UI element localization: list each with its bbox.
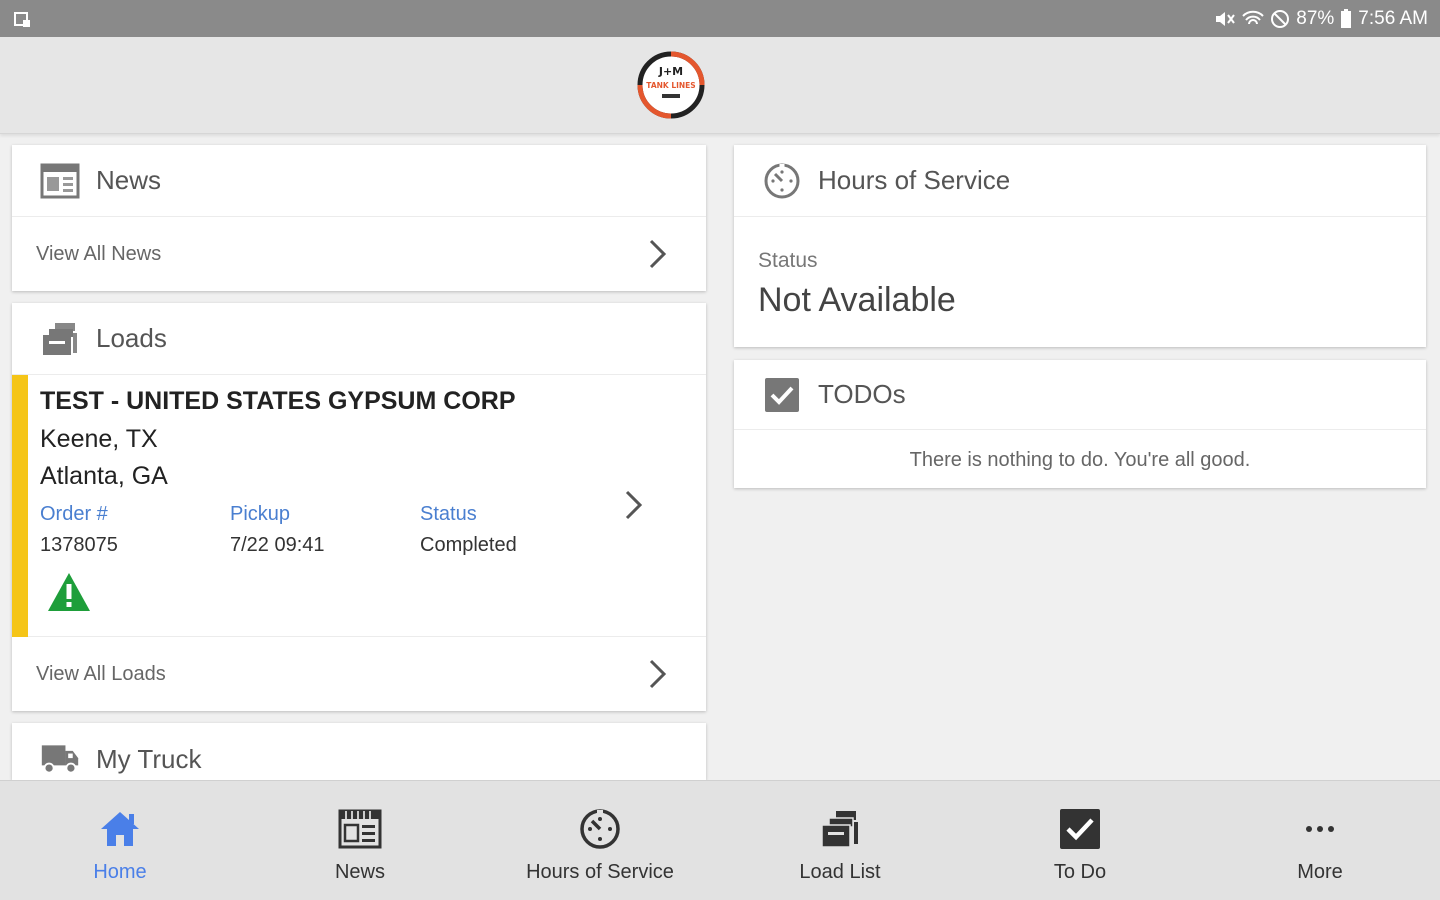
pickup-value: 7/22 09:41	[230, 534, 325, 556]
news-card-header: News	[12, 145, 706, 217]
order-number-label: Order #	[40, 503, 108, 525]
nav-load-list-label: Load List	[799, 861, 881, 883]
load-status-value: Completed	[420, 534, 517, 556]
wifi-icon	[1242, 10, 1264, 24]
my-truck-card-header: My Truck	[12, 723, 706, 780]
load-name: TEST - UNITED STATES GYPSUM CORP	[40, 387, 516, 415]
checkbox-icon	[1060, 809, 1100, 849]
hos-card-title: Hours of Service	[818, 165, 1011, 195]
loads-card-title: Loads	[96, 323, 167, 353]
chevron-right-icon	[649, 659, 667, 689]
news-card-title: News	[96, 165, 162, 195]
logo-text-bottom: TANK LINES	[646, 81, 695, 90]
load-origin: Keene, TX	[40, 425, 158, 453]
view-all-news-link[interactable]: View All News	[12, 217, 706, 291]
battery-icon	[1341, 8, 1352, 28]
clock-icon	[764, 163, 800, 198]
nav-todo-label: To Do	[1053, 861, 1107, 883]
nav-home[interactable]: Home	[0, 781, 240, 900]
nav-todo[interactable]: To Do	[960, 781, 1200, 900]
do-not-disturb-icon	[1271, 9, 1290, 28]
load-status-label: Status	[420, 503, 477, 525]
hos-card-header: Hours of Service	[734, 145, 1426, 217]
load-list-icon	[821, 811, 858, 848]
nav-load-list[interactable]: Load List	[720, 781, 960, 900]
loads-card-header: Loads	[12, 303, 706, 375]
clock-time: 7:56 AM	[1358, 7, 1428, 29]
nav-news-label: News	[334, 861, 385, 883]
more-icon	[1306, 826, 1334, 832]
load-status-bar	[12, 375, 28, 637]
nav-hos-label: Hours of Service	[526, 861, 674, 883]
news-card: News View All News	[12, 145, 706, 291]
news-icon	[338, 809, 382, 849]
load-item[interactable]: TEST - UNITED STATES GYPSUM CORP Keene, …	[12, 375, 706, 637]
warning-triangle-icon	[48, 573, 90, 611]
company-logo: J+M TANK LINES	[637, 51, 705, 119]
loads-card: Loads TEST - UNITED STATES GYPSUM CORP K…	[12, 303, 706, 711]
system-status-bar: 87% 7:56 AM	[0, 0, 1440, 37]
nav-news[interactable]: News	[240, 781, 480, 900]
hos-status-value: Not Available	[758, 281, 956, 319]
hours-of-service-card: Hours of Service Status Not Available	[734, 145, 1426, 347]
nav-hours-of-service[interactable]: Hours of Service	[480, 781, 720, 900]
checkbox-icon	[765, 377, 799, 412]
todos-empty-message: There is nothing to do. You're all good.	[909, 448, 1251, 471]
app-header: J+M TANK LINES	[0, 37, 1440, 134]
mute-icon	[1216, 11, 1236, 26]
pickup-label: Pickup	[230, 503, 291, 525]
news-icon	[40, 163, 80, 198]
battery-percent: 87%	[1296, 7, 1335, 29]
my-truck-card[interactable]: My Truck	[12, 723, 706, 780]
todos-card-header: TODOs	[734, 360, 1426, 430]
view-all-loads-link[interactable]: View All Loads	[12, 637, 706, 711]
my-truck-card-title: My Truck	[96, 743, 202, 774]
chevron-right-icon	[649, 239, 667, 269]
logo-text-top: J+M	[658, 65, 683, 78]
home-icon	[101, 812, 139, 846]
hos-status-label: Status	[758, 249, 818, 272]
clock-icon	[580, 809, 620, 849]
todos-card: TODOs There is nothing to do. You're all…	[734, 360, 1426, 488]
order-number-value: 1378075	[40, 534, 118, 556]
view-all-loads-label: View All Loads	[36, 662, 166, 685]
load-list-icon	[43, 322, 77, 355]
notification-icon	[14, 11, 30, 27]
todos-card-title: TODOs	[818, 379, 906, 409]
nav-home-label: Home	[93, 861, 147, 883]
hos-status-section[interactable]: Status Not Available	[734, 217, 1426, 347]
nav-more-label: More	[1297, 861, 1343, 883]
bottom-navigation: Home News Hours of Service Load List To …	[0, 780, 1440, 900]
load-destination: Atlanta, GA	[40, 462, 168, 490]
nav-more[interactable]: More	[1200, 781, 1440, 900]
chevron-right-icon	[625, 490, 643, 520]
view-all-news-label: View All News	[36, 242, 162, 265]
truck-icon	[41, 745, 79, 774]
